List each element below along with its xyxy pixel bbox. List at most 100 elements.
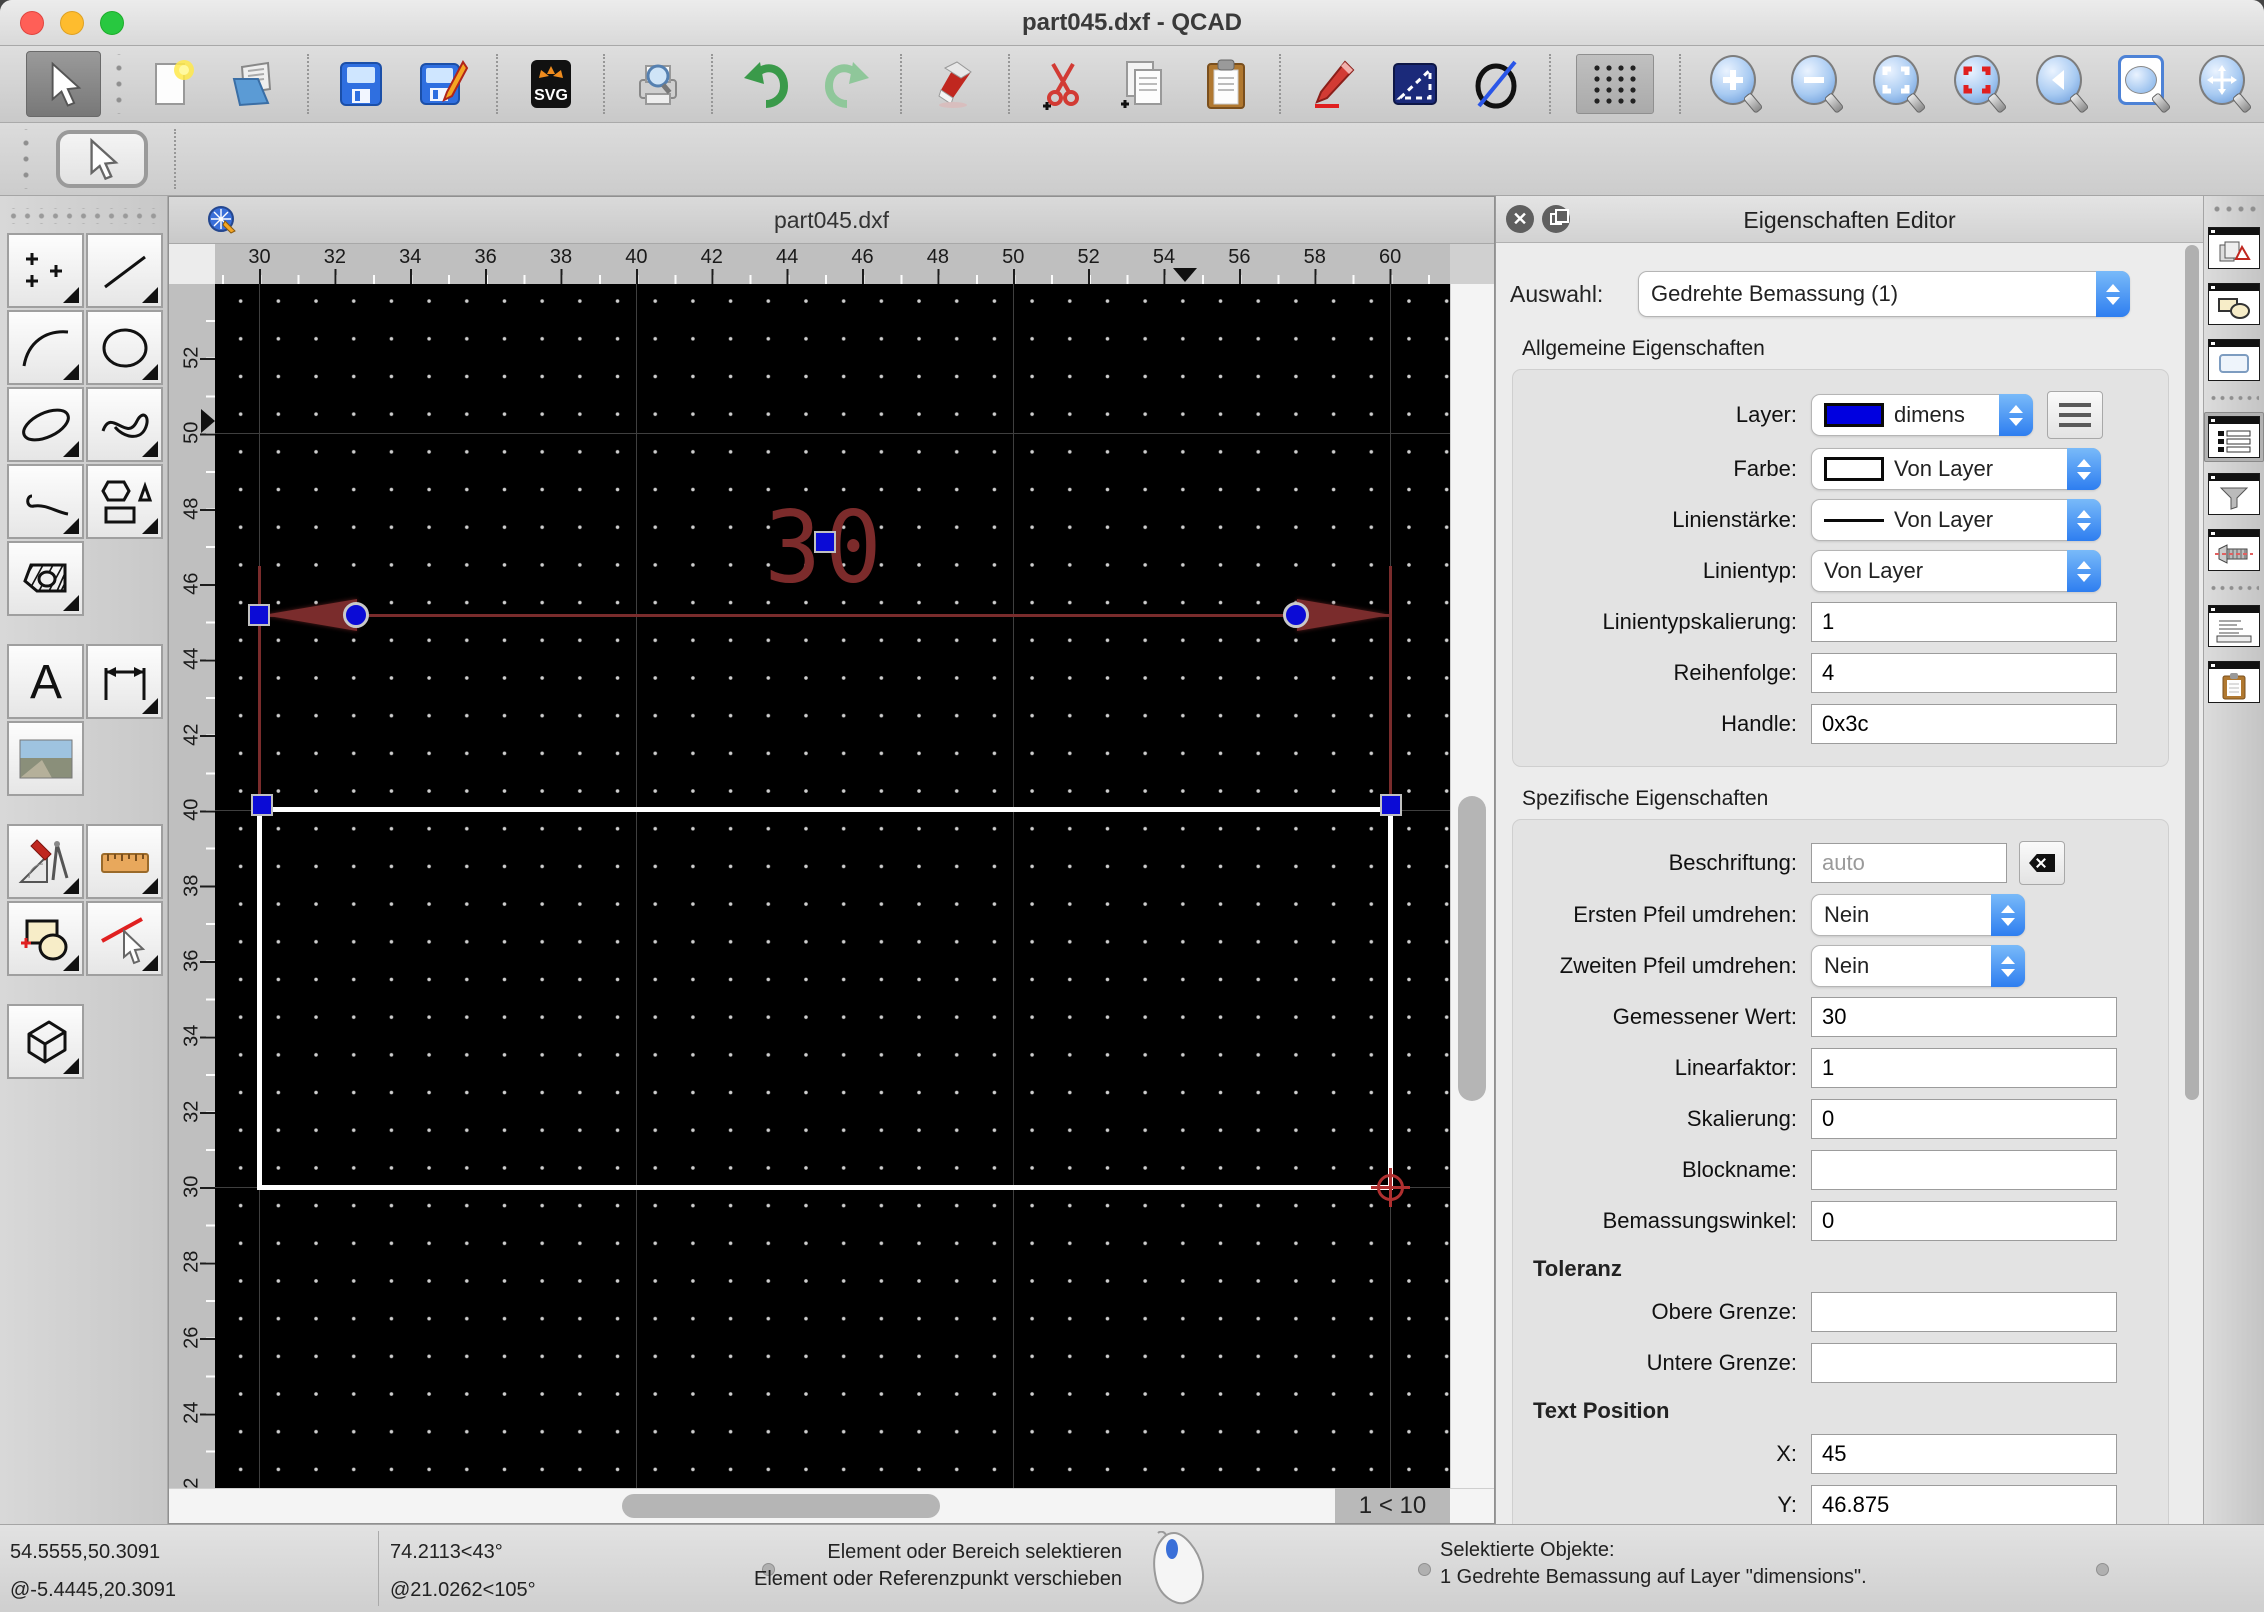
pan-button[interactable] [2195,54,2253,114]
block-list-toggle[interactable] [2205,280,2263,328]
toolbar-separator [306,54,309,114]
measure-tool-button[interactable] [86,824,163,899]
save-as-button[interactable] [415,54,471,114]
linear-factor-input[interactable] [1811,1048,2117,1088]
arc-tool-button[interactable] [7,310,84,385]
scale-input[interactable] [1811,1099,2117,1139]
image-tool-button[interactable] [7,721,84,796]
print-preview-button[interactable] [630,54,686,114]
flip-second-dropdown[interactable]: Nein [1811,945,2025,987]
dimension-grip-handle[interactable] [248,604,270,626]
modify-selection-button[interactable] [1387,54,1443,114]
lineweight-dropdown[interactable]: Von Layer [1811,499,2101,541]
text-grip-handle[interactable] [814,531,836,553]
handle-input[interactable] [1811,704,2117,744]
lower-limit-input[interactable] [1811,1343,2117,1383]
cut-button[interactable] [1035,54,1091,114]
defpoint-grip-handle[interactable] [1380,794,1402,816]
dimension-tool-button[interactable] [86,644,163,719]
svg-export-button[interactable]: SVG [523,54,579,114]
cut-icon [1042,63,1079,110]
current-tool-button[interactable] [56,130,148,188]
color-dropdown[interactable]: Von Layer [1811,448,2101,490]
point-tool-button[interactable] [7,233,84,308]
point-icon [25,252,62,287]
command-line-toggle[interactable] [2205,602,2263,650]
dimension-line[interactable] [260,614,1392,617]
text-x-input[interactable] [1811,1434,2117,1474]
grid-toggle-button[interactable] [1576,54,1654,114]
layer-color-swatch [1824,403,1884,427]
scrollbar-thumb[interactable] [2185,245,2199,1100]
select-tool-button[interactable] [26,51,102,117]
edit-drawing-button[interactable] [1306,54,1362,114]
layer-list-toggle[interactable] [2205,224,2263,272]
label-input[interactable] [1811,843,2007,883]
previous-view-button[interactable] [2032,54,2090,114]
panel-scrollbar[interactable] [2183,245,2201,1522]
line-tool-button[interactable] [86,233,163,308]
selection-dropdown[interactable]: Gedrehte Bemassung (1) [1638,271,2130,317]
scrollbar-thumb[interactable] [1458,796,1486,1101]
clear-label-button[interactable] [2019,841,2065,885]
scrollbar-thumb[interactable] [622,1494,940,1518]
toolbar-drag-handle[interactable] [20,129,32,189]
linetype-scale-input[interactable] [1811,602,2117,642]
color-swatch [1824,457,1884,481]
zoom-window-button[interactable] [2114,54,2171,114]
auto-zoom-button[interactable] [1869,54,1926,114]
polyline-tool-button[interactable] [7,464,84,539]
drafting-tools-button[interactable] [7,824,84,899]
selection-filter-toggle[interactable] [2205,470,2263,518]
paste-button[interactable] [1198,54,1254,114]
draw-order-input[interactable] [1811,653,2117,693]
draw-circle-slash-button[interactable] [1469,54,1525,114]
upper-limit-input[interactable] [1811,1292,2117,1332]
part-library-toggle[interactable] [2205,526,2263,574]
undo-button[interactable] [738,54,794,114]
dim-angle-input[interactable] [1811,1201,2117,1241]
new-file-button[interactable] [144,54,200,114]
flip-first-dropdown[interactable]: Nein [1811,894,2025,936]
drawing-canvas[interactable]: 30 [215,284,1452,1489]
save-button[interactable] [334,54,390,114]
eraser-button[interactable] [927,54,983,114]
dock-drag-handle[interactable] [2211,204,2257,214]
canvas-horizontal-scrollbar[interactable] [169,1488,1494,1523]
solid-tool-button[interactable] [7,1004,84,1079]
defpoint-grip-handle[interactable] [251,794,273,816]
measured-value-input[interactable] [1811,997,2117,1037]
arrow-grip-handle[interactable] [1283,602,1309,628]
text-y-input[interactable] [1811,1485,2117,1524]
layer-dropdown[interactable]: dimens [1811,394,2033,436]
zoom-selection-button[interactable] [1951,54,2008,114]
zoom-out-button[interactable] [1787,54,1845,114]
shape-tool-button[interactable] [86,464,163,539]
ellipse-tool-button[interactable] [7,387,84,462]
canvas-vertical-scrollbar[interactable] [1450,284,1494,1489]
library-browser-toggle[interactable] [2205,336,2263,384]
redo-button[interactable] [820,54,876,114]
modify-tool-button[interactable] [7,901,84,976]
rectangle-entity[interactable] [257,807,1393,1190]
layer-menu-button[interactable] [2047,391,2103,439]
zoom-in-button[interactable] [1706,54,1763,114]
property-editor-toggle[interactable] [2204,412,2264,462]
circle-tool-button[interactable] [86,310,163,385]
open-file-button[interactable] [226,54,282,114]
toolbar-drag-handle[interactable] [113,54,126,114]
trim-tool-button[interactable] [86,901,163,976]
red-pencil-icon [1315,60,1355,108]
drawing-window-titlebar[interactable]: part045.dxf [169,197,1494,244]
dimension-extension-line-left[interactable] [258,566,261,807]
clipboard-panel-toggle[interactable] [2205,658,2263,706]
hatch-tool-button[interactable] [7,541,84,616]
palette-drag-handle[interactable] [8,208,159,224]
spline-tool-button[interactable] [86,387,163,462]
copy-button[interactable] [1116,54,1172,114]
snap-reference-marker [1371,1168,1410,1207]
text-tool-button[interactable]: A [7,644,84,719]
block-name-input[interactable] [1811,1150,2117,1190]
linetype-dropdown[interactable]: Von Layer [1811,550,2101,592]
arrow-grip-handle[interactable] [343,602,369,628]
